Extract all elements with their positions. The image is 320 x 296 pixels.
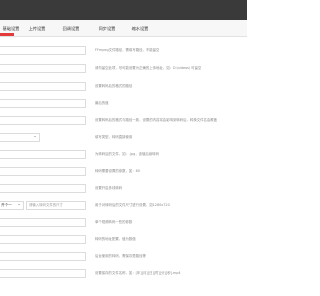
field-row: 设置保存的文件名称，如：[年][月][日][时][分][秒].mp4 — [0, 267, 247, 279]
text-input[interactable] — [0, 217, 86, 227]
text-input[interactable] — [0, 45, 86, 55]
field-row: 设置开启多线转码 — [0, 182, 247, 194]
tab-upload[interactable]: 上传设置 — [26, 24, 48, 33]
size-input[interactable]: 请输入转码文件的尺寸 — [26, 200, 86, 210]
field-description: 单个视频转码一些的参数 — [95, 220, 133, 224]
text-input[interactable] — [0, 149, 86, 159]
field-row: 转码需要设置的参数，如：60 — [0, 165, 247, 177]
chevron-down-icon — [34, 135, 36, 137]
field-description: 转码需要设置的参数，如：60 — [95, 169, 141, 173]
top-bar — [0, 0, 247, 20]
text-input[interactable] — [0, 166, 86, 176]
field-row: 转码的地址配置，值为数值 — [0, 233, 247, 245]
field-description: 后台使用的转码，需保存是路径等 — [95, 254, 146, 258]
field-row: 请勿留空此项，尽可能设置为正确的上传地址，如：D:\videos\ 可留空 — [0, 62, 247, 74]
field-row: 设置转码后的格式与路径一致，设置的内容将会影响到转码后，转换文件名会覆盖 — [0, 114, 247, 126]
field-row: 为转码后的文件，如：.jpg，该值后续转码 — [0, 148, 247, 160]
active-tab-indicator — [0, 33, 14, 36]
text-input[interactable] — [0, 268, 86, 278]
field-row: 后台使用的转码，需保存是路径等 — [0, 250, 247, 262]
field-description: 转码的地址配置，值为数值 — [95, 237, 136, 241]
tab-sync[interactable]: 同步设置 — [96, 24, 118, 33]
input-placeholder: 请输入转码文件的尺寸 — [29, 202, 63, 207]
field-description: 设置转码后的格式的路径 — [95, 84, 133, 88]
field-row: 设置转码后的格式的路径 — [0, 80, 247, 92]
field-description: FFmpeg文件路径，需填写路径，不能留空 — [95, 48, 160, 52]
text-input[interactable] — [0, 63, 86, 73]
field-row: 单个视频转码一些的参数 — [0, 216, 247, 228]
field-description: 请勿留空此项，尽可能设置为正确的上传地址，如：D:\videos\ 可留空 — [95, 66, 202, 70]
tab-basic[interactable]: 基础设置 — [0, 24, 22, 33]
text-input[interactable] — [0, 234, 86, 244]
field-description: 设置保存的文件名称，如：[年][月][日][时][分][秒].mp4 — [95, 271, 181, 275]
text-input[interactable] — [0, 115, 86, 125]
select-value: 开个一 — [1, 202, 12, 207]
field-description: 最后的值 — [95, 101, 109, 105]
field-row: FFmpeg文件路径，需填写路径，不能留空 — [0, 44, 247, 56]
field-description: 设置转码后的格式与路径一致，设置的内容将会影响到转码后，转换文件名会覆盖 — [95, 118, 218, 122]
text-input[interactable] — [0, 81, 86, 91]
field-description: 为转码后的文件，如：.jpg，该值后续转码 — [95, 152, 159, 156]
field-row: 填写类型，转码直接使用 — [0, 131, 247, 143]
chevron-down-icon — [18, 203, 20, 205]
field-description: 用于对转码后的文件尺寸进行设置，如1280x720 — [95, 203, 170, 207]
field-description: 填写类型，转码直接使用 — [95, 135, 133, 139]
select-dropdown[interactable] — [0, 132, 40, 142]
tab-callback[interactable]: 回调设置 — [60, 24, 82, 33]
field-row: 开个一 请输入转码文件的尺寸 用于对转码后的文件尺寸进行设置，如1280x720 — [0, 199, 247, 211]
tab-misc[interactable]: 缩水设置 — [129, 24, 151, 33]
settings-tabs: 基础设置 上传设置 回调设置 同步设置 缩水设置 — [0, 20, 247, 37]
field-description: 设置开启多线转码 — [95, 186, 123, 190]
size-select[interactable]: 开个一 — [0, 200, 24, 210]
field-row: 最后的值 — [0, 97, 247, 109]
text-input[interactable] — [0, 251, 86, 261]
text-input[interactable] — [0, 183, 86, 193]
text-input[interactable] — [0, 98, 86, 108]
